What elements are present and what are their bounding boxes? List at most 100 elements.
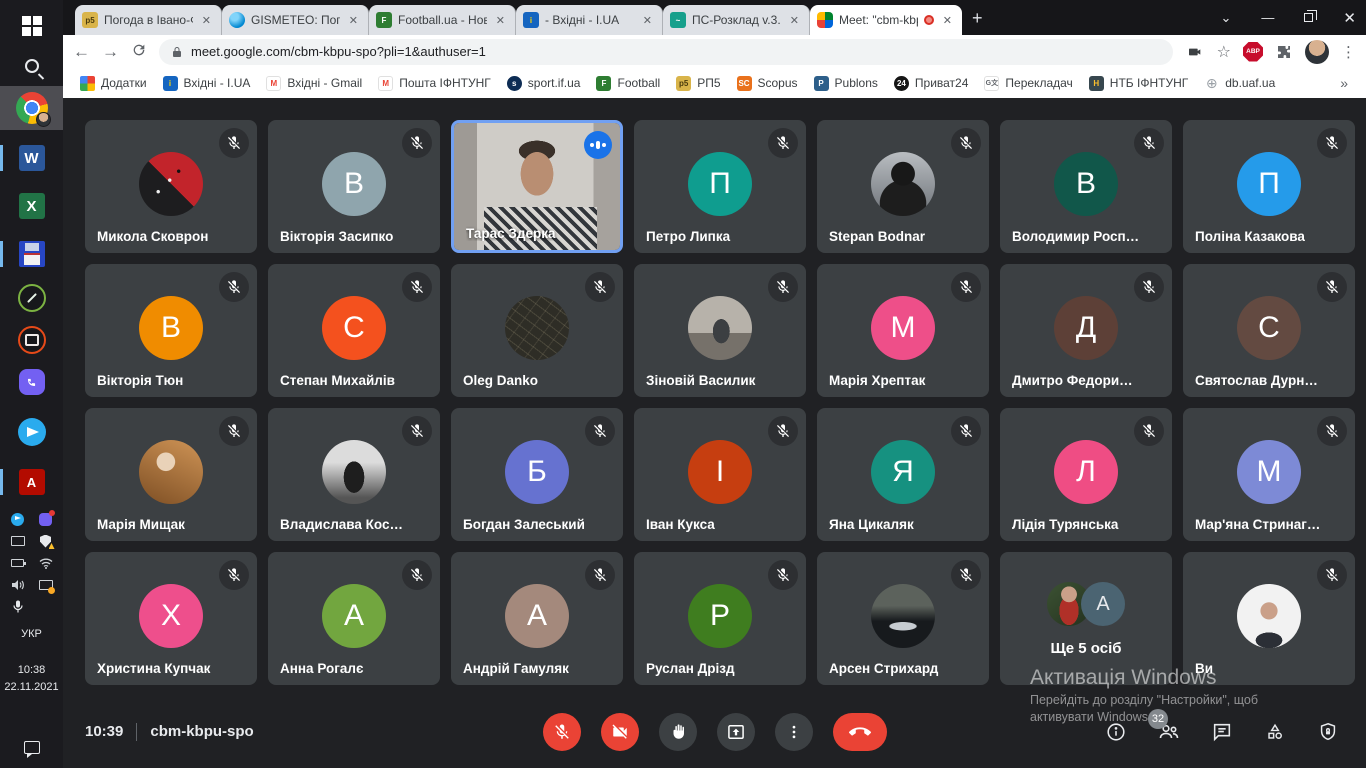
participant-tile[interactable]: Stepan Bodnar: [817, 120, 989, 253]
present-screen-button[interactable]: [717, 713, 755, 751]
participant-tile[interactable]: Ви: [1183, 552, 1355, 685]
participant-tile[interactable]: ВВолодимир Росп…: [1000, 120, 1172, 253]
bookmark-item[interactable]: G文Перекладач: [977, 73, 1079, 94]
tab-search-chevron-icon[interactable]: ⌄: [1221, 10, 1232, 26]
participant-tile[interactable]: ССтепан Михайлів: [268, 264, 440, 397]
activities-button[interactable]: [1263, 720, 1287, 744]
audio-activity-indicator[interactable]: [584, 131, 612, 159]
participant-tile[interactable]: ППоліна Казакова: [1183, 120, 1355, 253]
viber-tray-icon[interactable]: [39, 512, 53, 526]
browser-tab[interactable]: ~ПС-Розклад v.3.8.2✕: [663, 5, 810, 35]
reload-icon[interactable]: [131, 42, 147, 61]
telegram-tray-icon[interactable]: [11, 512, 25, 526]
bookmark-item[interactable]: PPublons: [807, 73, 885, 94]
participants-button[interactable]: 32: [1157, 720, 1181, 744]
taskbar-drawing-app-button[interactable]: [0, 278, 63, 318]
participant-tile[interactable]: ААнна Рогалє: [268, 552, 440, 685]
monitor-tray-icon[interactable]: [11, 534, 25, 548]
language-indicator[interactable]: УКР: [21, 628, 42, 640]
participant-tile[interactable]: Владислава Кос…: [268, 408, 440, 541]
bookmark-item[interactable]: MПошта ІФНТУНГ: [371, 73, 498, 94]
tab-close-icon[interactable]: ✕: [346, 13, 361, 28]
tab-close-icon[interactable]: ✕: [640, 13, 655, 28]
bookmark-item[interactable]: Додатки: [73, 73, 154, 94]
restore-button[interactable]: [1304, 13, 1313, 22]
bookmark-item[interactable]: 24Приват24: [887, 73, 976, 94]
close-window-button[interactable]: ✕: [1343, 9, 1356, 27]
browser-tab[interactable]: р5Погода в Івано-Фра✕: [75, 5, 222, 35]
participant-tile[interactable]: Марія Мищак: [85, 408, 257, 541]
participant-tile[interactable]: ААндрій Гамуляк: [451, 552, 623, 685]
camera-in-use-icon[interactable]: [1185, 44, 1205, 60]
participant-tile[interactable]: ББогдан Залеський: [451, 408, 623, 541]
participant-tile[interactable]: ППетро Липка: [634, 120, 806, 253]
participant-tile[interactable]: ВВікторія Тюн: [85, 264, 257, 397]
taskbar-clock[interactable]: 10:3822.11.2021: [4, 662, 58, 695]
taskbar-camera-app-button[interactable]: [0, 320, 63, 360]
participant-tile[interactable]: ММарія Хрептак: [817, 264, 989, 397]
participant-tile[interactable]: ІІван Кукса: [634, 408, 806, 541]
bookmark-item[interactable]: ssport.if.ua: [500, 73, 588, 94]
microphone-tray-icon[interactable]: [11, 600, 25, 614]
screen-share-tray-icon[interactable]: [39, 578, 53, 592]
bookmark-item[interactable]: MВхідні - Gmail: [259, 73, 369, 94]
start-button[interactable]: [0, 6, 63, 46]
minimize-button[interactable]: —: [1261, 10, 1274, 25]
wifi-tray-icon[interactable]: [39, 556, 53, 570]
tab-close-icon[interactable]: ✕: [940, 13, 955, 28]
tab-close-icon[interactable]: ✕: [493, 13, 508, 28]
browser-menu-icon[interactable]: ⋮: [1341, 43, 1356, 61]
browser-tab[interactable]: GISMETEO: Погода✕: [222, 5, 369, 35]
participant-tile[interactable]: AЩе 5 осіб: [1000, 552, 1172, 685]
participant-tile[interactable]: Арсен Стрихард: [817, 552, 989, 685]
bookmark-item[interactable]: ⊕db.uaf.ua: [1197, 73, 1282, 94]
volume-tray-icon[interactable]: [11, 578, 25, 592]
taskbar-search-button[interactable]: [0, 46, 63, 86]
host-controls-button[interactable]: [1316, 720, 1340, 744]
mic-toggle-button[interactable]: [543, 713, 581, 751]
taskbar-telegram-button[interactable]: [0, 412, 63, 452]
extensions-puzzle-icon[interactable]: [1275, 43, 1293, 61]
forward-icon[interactable]: →: [102, 43, 119, 60]
participant-tile[interactable]: ММар'яна Стринаг…: [1183, 408, 1355, 541]
participant-tile[interactable]: ДДмитро Федори…: [1000, 264, 1172, 397]
more-options-button[interactable]: [775, 713, 813, 751]
taskbar-acrobat-button[interactable]: A: [0, 462, 63, 502]
raise-hand-button[interactable]: [659, 713, 697, 751]
participant-tile[interactable]: Тарас Здерка: [451, 120, 623, 253]
tab-close-icon[interactable]: ✕: [787, 13, 802, 28]
participant-tile[interactable]: ЛЛідія Турянська: [1000, 408, 1172, 541]
leave-call-button[interactable]: [833, 713, 887, 751]
address-bar[interactable]: meet.google.com/cbm-kbpu-spo?pli=1&authu…: [159, 39, 1173, 65]
defender-tray-icon[interactable]: [39, 534, 53, 548]
chat-button[interactable]: [1210, 720, 1234, 744]
battery-tray-icon[interactable]: [11, 556, 25, 570]
tab-close-icon[interactable]: ✕: [199, 13, 214, 28]
participant-tile[interactable]: Oleg Danko: [451, 264, 623, 397]
participant-tile[interactable]: ЯЯна Цикаляк: [817, 408, 989, 541]
bookmark-item[interactable]: SCScopus: [730, 73, 805, 94]
taskbar-chrome-button[interactable]: [0, 86, 63, 130]
meeting-details-button[interactable]: [1104, 720, 1128, 744]
bookmark-item[interactable]: р5РП5: [669, 73, 727, 94]
participant-tile[interactable]: ССвятослав Дурн…: [1183, 264, 1355, 397]
participant-tile[interactable]: ХХристина Купчак: [85, 552, 257, 685]
browser-tab[interactable]: FFootball.ua - Новос✕: [369, 5, 516, 35]
participant-tile[interactable]: Зіновій Василик: [634, 264, 806, 397]
new-tab-button[interactable]: +: [972, 8, 983, 29]
taskbar-excel-button[interactable]: X: [0, 186, 63, 226]
browser-tab[interactable]: i- Вхідні - I.UA✕: [516, 5, 663, 35]
adblock-extension-icon[interactable]: ABP: [1243, 42, 1263, 62]
bookmarks-overflow-icon[interactable]: »: [1332, 75, 1356, 91]
profile-avatar[interactable]: [1305, 40, 1329, 64]
taskbar-save-app-button[interactable]: [0, 234, 63, 274]
taskbar-viber-button[interactable]: [0, 362, 63, 402]
bookmark-item[interactable]: ННТБ ІФНТУНГ: [1082, 73, 1195, 94]
notification-center-icon[interactable]: [24, 741, 40, 754]
participant-tile[interactable]: ВВікторія Засипко: [268, 120, 440, 253]
bookmark-star-icon[interactable]: ☆: [1217, 42, 1231, 62]
bookmark-item[interactable]: FFootball: [589, 73, 667, 94]
camera-toggle-button[interactable]: [601, 713, 639, 751]
participant-tile[interactable]: Микола Сковрон: [85, 120, 257, 253]
browser-tab[interactable]: Meet: "cbm-kbp✕: [810, 5, 962, 35]
